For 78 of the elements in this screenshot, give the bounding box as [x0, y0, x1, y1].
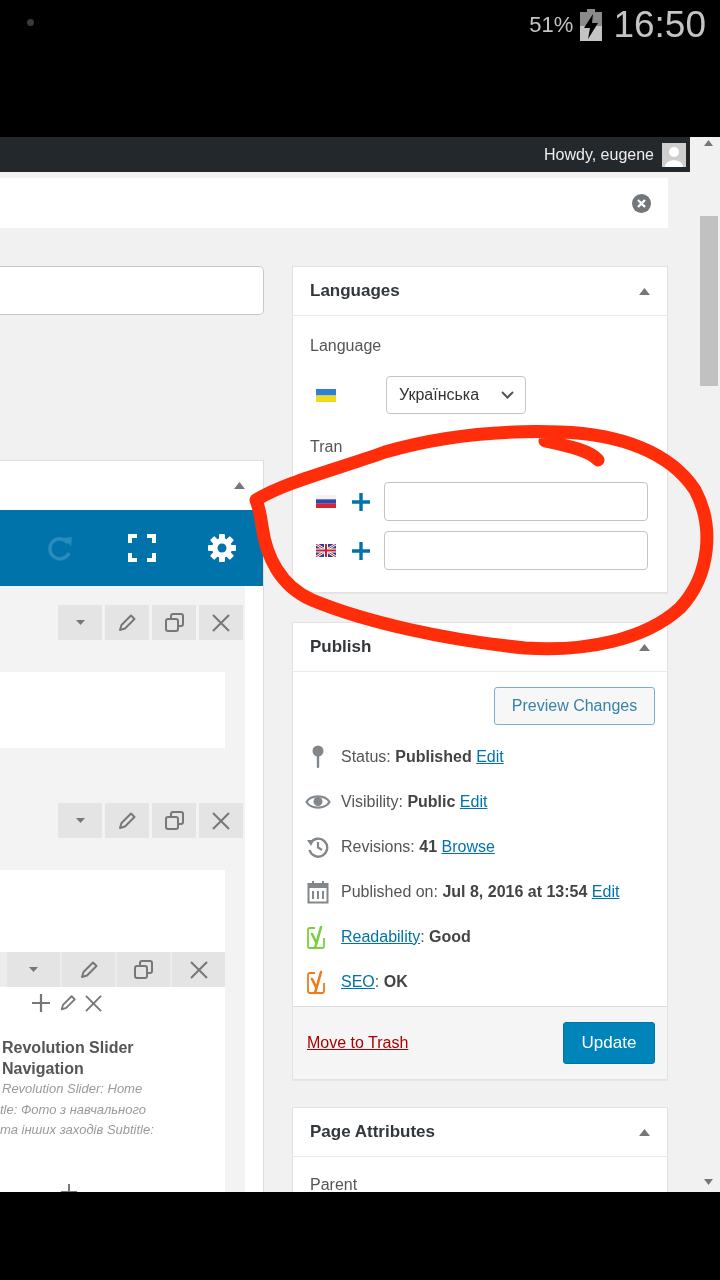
delete-button[interactable]: [199, 605, 243, 640]
duplicate-button[interactable]: [152, 605, 196, 640]
settings-icon[interactable]: [208, 534, 236, 562]
caret-up-icon[interactable]: [234, 482, 245, 489]
flag-icon: [316, 544, 336, 557]
plus-icon[interactable]: [352, 541, 370, 560]
update-button[interactable]: Update: [563, 1022, 655, 1064]
plus-icon: [31, 993, 51, 1013]
language-label: Language: [310, 336, 383, 356]
fullscreen-icon[interactable]: [128, 534, 156, 562]
box-title: Page Attributes: [310, 1122, 435, 1142]
edit-button[interactable]: [105, 605, 149, 640]
pencil-icon: [117, 612, 137, 633]
pencil-icon: [59, 994, 77, 1012]
edit-button[interactable]: [62, 952, 115, 987]
caret-up-icon[interactable]: [639, 287, 650, 295]
flag-icon: [316, 388, 336, 402]
translations-label: Tran: [310, 437, 344, 457]
scroll-down-arrow-icon[interactable]: [704, 1179, 713, 1185]
caret-down-icon: [75, 818, 85, 823]
widget-description-line: tle: Фото з навчального: [0, 1100, 147, 1119]
widget-description-line: та інших заходів Subtitle:: [0, 1121, 155, 1139]
avatar-icon[interactable]: [662, 142, 686, 167]
visibility-text: Visibility: Public Edit: [341, 792, 488, 811]
publish-date-text: Published on: Jul 8, 2016 at 13:54 Edit: [341, 882, 620, 901]
caret-up-icon[interactable]: [639, 1128, 650, 1136]
close-icon[interactable]: [632, 193, 651, 213]
score-text: Readability: Good: [341, 927, 471, 946]
copy-icon: [134, 960, 153, 979]
battery-charging-icon: [580, 9, 603, 41]
delete-icon: [189, 960, 208, 979]
language-select[interactable]: Українська: [386, 376, 526, 414]
score-text: SEO: OK: [341, 972, 408, 991]
revisions-text: Revisions: 41 Browse: [341, 837, 495, 856]
delete-icon: [212, 811, 230, 830]
flag-icon: [316, 495, 336, 508]
status-text: Status: Published Edit: [341, 747, 504, 766]
parent-label: Parent: [310, 1176, 359, 1192]
delete-button[interactable]: [172, 952, 225, 987]
greeting-text[interactable]: Howdy, eugene: [544, 145, 654, 164]
pencil-icon: [78, 959, 99, 980]
close-icon: [85, 994, 102, 1012]
plus-icon[interactable]: [352, 492, 370, 511]
battery-percentage: 51%: [529, 12, 574, 38]
browse-link[interactable]: Browse: [441, 837, 495, 855]
caret-down-icon: [75, 620, 85, 625]
delete-icon: [212, 613, 230, 632]
box-title: Publish: [310, 637, 372, 657]
pencil-icon: [117, 810, 137, 831]
copy-icon: [164, 811, 184, 830]
notification-dot-icon: [27, 19, 34, 26]
widget-description-line: Revolution Slider: Home: [1, 1080, 144, 1098]
scrollbar-thumb[interactable]: [699, 216, 718, 386]
scroll-up-arrow-icon[interactable]: [704, 140, 713, 146]
edit-link[interactable]: Edit: [476, 747, 504, 765]
delete-button[interactable]: [199, 803, 243, 838]
duplicate-button[interactable]: [152, 803, 196, 838]
duplicate-button[interactable]: [117, 952, 170, 987]
clock-time: 16:50: [613, 4, 706, 46]
eye-icon: [305, 792, 331, 811]
widget-title: Revolution Slider Navigation: [1, 1038, 135, 1079]
chevron-down-icon: [501, 391, 514, 399]
edit-link[interactable]: Edit: [591, 882, 620, 900]
preview-changes-button[interactable]: Preview Changes: [494, 687, 655, 725]
move-to-trash-link[interactable]: Move to Trash: [307, 1034, 409, 1052]
box-title: Languages: [310, 281, 400, 301]
translation-input-field[interactable]: [384, 482, 648, 521]
calendar-icon: [307, 879, 329, 904]
score-link[interactable]: SEO: [341, 972, 375, 990]
history-icon: [306, 834, 330, 859]
edit-link[interactable]: Edit: [459, 792, 488, 810]
score-link[interactable]: Readability: [341, 927, 421, 945]
title-input-field[interactable]: [0, 266, 264, 315]
caret-down-icon: [29, 967, 38, 972]
translation-input-field[interactable]: [384, 531, 648, 570]
copy-icon: [164, 613, 184, 632]
edit-button[interactable]: [105, 803, 149, 838]
caret-up-icon[interactable]: [639, 643, 650, 651]
